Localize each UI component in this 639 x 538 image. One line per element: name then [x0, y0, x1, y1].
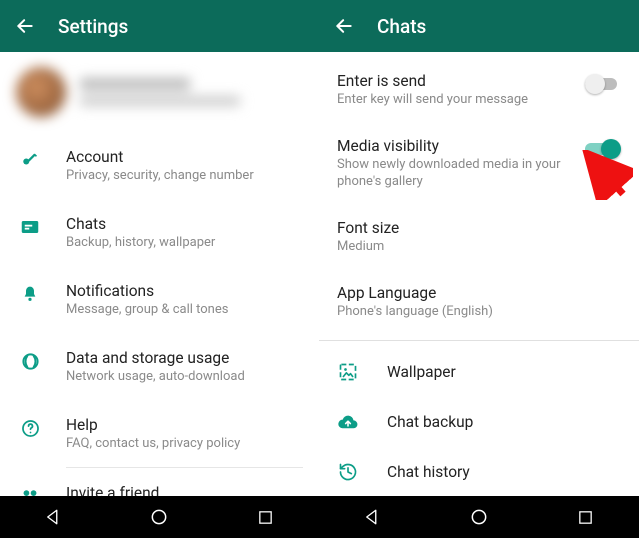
chats-settings-screen: Chats Enter is send Enter key will send …	[319, 0, 639, 538]
row-chat-backup[interactable]: Chat backup	[319, 397, 639, 447]
nav-home-button[interactable]	[148, 506, 170, 528]
menu-desc: Privacy, security, change number	[66, 168, 254, 183]
back-arrow-icon	[15, 16, 35, 36]
nav-back-button[interactable]	[361, 506, 383, 528]
menu-item-data[interactable]: Data and storage usage Network usage, au…	[0, 333, 319, 400]
toggle-media-visibility[interactable]	[585, 139, 621, 159]
menu-label: Chats	[66, 215, 215, 233]
menu-item-help[interactable]: Help FAQ, contact us, privacy policy	[0, 400, 319, 467]
profile-text	[80, 78, 240, 106]
row-label: Chat backup	[387, 413, 473, 431]
setting-label: Media visibility	[337, 137, 565, 155]
history-icon	[337, 461, 359, 483]
back-button[interactable]	[333, 15, 355, 37]
setting-desc: Show newly downloaded media in your phon…	[337, 157, 565, 191]
android-navbar	[319, 496, 639, 538]
setting-label: Font size	[337, 219, 613, 237]
nav-back-button[interactable]	[42, 506, 64, 528]
setting-desc: Phone's language (English)	[337, 304, 613, 321]
menu-label: Help	[66, 416, 240, 434]
menu-item-account[interactable]: Account Privacy, security, change number	[0, 132, 319, 199]
menu-label: Invite a friend	[66, 484, 159, 496]
bell-icon	[20, 284, 40, 304]
nav-recent-button[interactable]	[255, 506, 277, 528]
setting-media-visibility[interactable]: Media visibility Show newly downloaded m…	[319, 123, 639, 205]
setting-label: Enter is send	[337, 72, 565, 90]
divider	[319, 340, 639, 341]
menu-item-notifications[interactable]: Notifications Message, group & call tone…	[0, 266, 319, 333]
row-chat-history[interactable]: Chat history	[319, 447, 639, 496]
menu-label: Account	[66, 148, 254, 166]
appbar-settings: Settings	[0, 0, 319, 52]
chats-content: Enter is send Enter key will send your m…	[319, 52, 639, 496]
setting-enter-is-send[interactable]: Enter is send Enter key will send your m…	[319, 58, 639, 123]
menu-item-chats[interactable]: Chats Backup, history, wallpaper	[0, 199, 319, 266]
key-icon	[20, 150, 40, 170]
setting-font-size[interactable]: Font size Medium	[319, 205, 639, 270]
menu-desc: Message, group & call tones	[66, 302, 228, 317]
menu-item-invite[interactable]: Invite a friend	[0, 468, 319, 496]
profile-row[interactable]	[0, 52, 319, 132]
appbar-chats: Chats	[319, 0, 639, 52]
menu-label: Data and storage usage	[66, 349, 245, 367]
cloud-up-icon	[337, 411, 359, 433]
toggle-enter-is-send[interactable]	[585, 74, 621, 94]
avatar	[16, 67, 66, 117]
setting-app-language[interactable]: App Language Phone's language (English)	[319, 270, 639, 335]
data-icon	[20, 351, 40, 371]
chat-icon	[20, 217, 40, 237]
menu-desc: Network usage, auto-download	[66, 369, 245, 384]
help-icon	[20, 418, 40, 438]
wallpaper-icon	[337, 361, 359, 383]
nav-recent-button[interactable]	[575, 506, 597, 528]
menu-label: Notifications	[66, 282, 228, 300]
appbar-title: Chats	[377, 15, 426, 38]
android-navbar	[0, 496, 319, 538]
row-wallpaper[interactable]: Wallpaper	[319, 347, 639, 397]
nav-home-button[interactable]	[468, 506, 490, 528]
settings-screen: Settings Account Privacy, security, chan…	[0, 0, 319, 538]
menu-desc: Backup, history, wallpaper	[66, 235, 215, 250]
row-label: Chat history	[387, 463, 470, 481]
setting-label: App Language	[337, 284, 613, 302]
appbar-title: Settings	[58, 15, 128, 38]
people-icon	[20, 486, 40, 496]
setting-desc: Medium	[337, 239, 613, 256]
back-arrow-icon	[334, 16, 354, 36]
menu-desc: FAQ, contact us, privacy policy	[66, 436, 240, 451]
setting-desc: Enter key will send your message	[337, 92, 565, 109]
settings-content: Account Privacy, security, change number…	[0, 52, 319, 496]
row-label: Wallpaper	[387, 363, 456, 381]
back-button[interactable]	[14, 15, 36, 37]
